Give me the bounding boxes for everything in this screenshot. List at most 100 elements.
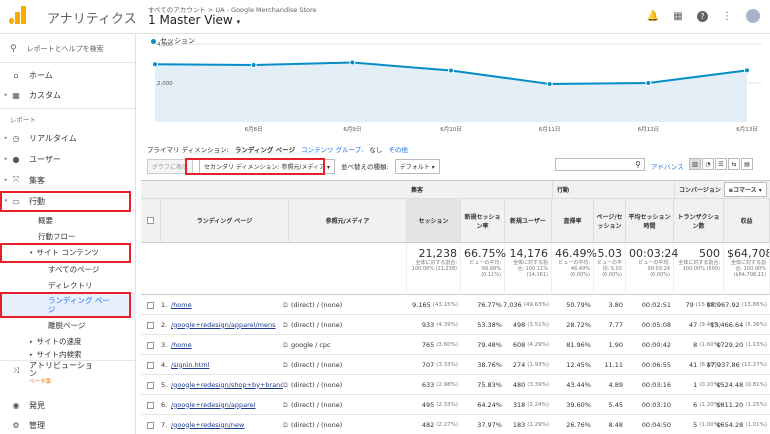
avatar[interactable] <box>746 9 760 23</box>
cell-page[interactable]: /google+redesign/shop+by+brand/youtube <box>171 375 283 395</box>
cell-percent: (5.36%) <box>745 322 767 328</box>
cell-value: (direct) / (none) <box>291 361 343 369</box>
comparison-view-icon[interactable]: ⇆ <box>728 158 740 170</box>
row-checkbox[interactable] <box>147 355 154 375</box>
cell-percent: (49.63%) <box>523 302 549 308</box>
cell-percent: (1.13%) <box>745 342 767 348</box>
sidebar-item-overview[interactable]: 概要 <box>0 213 136 228</box>
bar-view-icon[interactable]: ☰ <box>715 158 727 170</box>
table-row[interactable]: 6./google+redesign/apparel (direct) / (no… <box>141 395 770 415</box>
col-new-session-rate[interactable]: 新規セッション率 <box>461 199 505 243</box>
open-link-icon[interactable]: ⧉ <box>283 355 288 375</box>
conversion-select[interactable]: eコマース ▾ <box>723 182 767 197</box>
sidebar-item-realtime[interactable]: ▸ ◷ リアルタイム <box>0 129 136 147</box>
col-transactions[interactable]: トランザクション数 <box>674 199 724 243</box>
open-link-icon[interactable]: ⧉ <box>283 415 288 434</box>
sidebar-item-site-search[interactable]: ▸ サイト内検索 <box>0 349 136 360</box>
row-checkbox[interactable] <box>147 415 154 434</box>
open-link-icon[interactable]: ⧉ <box>283 315 288 335</box>
table-row[interactable]: 7./google+redesign/new (direct) / (none) 4… <box>141 415 770 434</box>
cell-page[interactable]: /google+redesign/new <box>171 415 283 434</box>
apps-grid-icon[interactable]: ▦ <box>672 10 684 22</box>
data-table: 集客 行動 コンバージョン eコマース ▾ ランディング ページ 参照元/メディア… <box>141 180 770 434</box>
table-row[interactable]: 4./signin.html (direct) / (none) 707 (3.33%… <box>141 355 770 375</box>
acquisition-label: 集客 <box>29 175 45 185</box>
row-checkbox[interactable] <box>147 315 154 335</box>
other-dimension-link[interactable]: その他 <box>388 144 408 154</box>
cell-page[interactable]: /signin.html <box>171 355 283 375</box>
open-link-icon[interactable]: ⧉ <box>283 335 288 355</box>
more-vert-icon[interactable]: ⋮ <box>721 10 733 22</box>
open-link-icon[interactable]: ⧉ <box>283 395 288 415</box>
sidebar-search[interactable]: ⚲ レポートとヘルプを検索 <box>10 44 104 54</box>
cell-value: (direct) / (none) <box>291 401 343 409</box>
cell-value: 39.60% <box>566 401 591 409</box>
cell-nu: 7,036 (49.63%) <box>503 295 552 315</box>
sidebar-item-custom[interactable]: ▸ ▦ カスタム <box>0 86 136 104</box>
table-row[interactable]: 2./google+redesign/apparel/mens (direct) … <box>141 315 770 335</box>
search-icon: ⚲ <box>635 160 641 169</box>
select-all-checkbox[interactable] <box>141 199 161 243</box>
table-row[interactable]: 5./google+redesign/shop+by+brand/youtube… <box>141 375 770 395</box>
sidebar-item-site-speed[interactable]: ▸ サイトの速度 <box>0 334 136 349</box>
site-speed-label: サイトの速度 <box>36 337 82 346</box>
col-pages-per-session[interactable]: ページ/セッション <box>594 199 626 243</box>
sessions-line-chart[interactable]: 4,000 2,000 6月8日 6月9日 6月10日 6月11日 6月12日 6月13日 <box>137 34 770 134</box>
sidebar-item-exit-pages[interactable]: 離脱ページ <box>0 318 136 333</box>
row-number: 3. <box>161 341 168 349</box>
col-new-users[interactable]: 新規ユーザー <box>505 199 552 243</box>
view-selector[interactable]: 1 Master View ▾ <box>148 13 240 27</box>
sidebar-item-discover[interactable]: ◉ 発見 <box>0 396 136 414</box>
cell-percent: (1.25%) <box>745 402 767 408</box>
sidebar-item-flow[interactable]: 行動フロー <box>0 229 136 244</box>
col-landing-page[interactable]: ランディング ページ <box>161 199 289 243</box>
cell-percent: (12.27%) <box>741 362 767 368</box>
row-checkbox[interactable] <box>147 375 154 395</box>
sidebar-item-all-pages[interactable]: すべてのページ <box>0 262 136 277</box>
sidebar-item-directory[interactable]: ディレクトリ <box>0 278 136 293</box>
sidebar-item-acquisition[interactable]: ▸ ⤧ 集客 <box>0 171 136 189</box>
pie-view-icon[interactable]: ◔ <box>702 158 714 170</box>
sort-type-select[interactable]: デフォルト ▾ <box>394 158 440 174</box>
open-link-icon[interactable]: ⧉ <box>283 295 288 315</box>
table-row[interactable]: 3./home google / cpc 765 (3.60%) 79.48% 608 (4… <box>141 335 770 355</box>
sidebar-item-admin[interactable]: ⚙ 管理 <box>0 416 136 434</box>
cell-page[interactable]: /google+redesign/apparel/mens <box>171 315 283 335</box>
open-link-icon[interactable]: ⧉ <box>283 375 288 395</box>
total-pps-value: 5.03 <box>597 247 623 260</box>
cell-value: 7,036 <box>503 301 522 309</box>
col-revenue[interactable]: 収益 <box>724 199 770 243</box>
content-group-value[interactable]: なし <box>369 144 382 154</box>
notification-bell-icon[interactable]: 🔔 <box>647 10 659 22</box>
cell-d: 00:02:51 <box>626 295 674 315</box>
sidebar-item-attribution[interactable]: ⤨ アトリビューショ ンベータ版 <box>0 362 136 386</box>
cell-value: $811.20 <box>716 401 744 409</box>
cell-value: 79.48% <box>477 341 502 349</box>
row-number: 5. <box>161 381 168 389</box>
col-source-medium[interactable]: 参照元/メディア <box>289 199 407 243</box>
col-avg-session-duration[interactable]: 平均セッション時間 <box>626 199 674 243</box>
sidebar-item-home[interactable]: ⌂ ホーム <box>0 66 136 84</box>
analytics-logo-icon[interactable] <box>9 6 26 24</box>
row-checkbox[interactable] <box>147 335 154 355</box>
main-content: セッション 4,000 2,000 6月8日 6月9日 6月10日 6月11日 6月12日 6… <box>137 34 770 434</box>
help-icon[interactable]: ? <box>697 10 708 22</box>
row-checkbox[interactable] <box>147 295 154 315</box>
row-checkbox[interactable] <box>147 395 154 415</box>
cell-page[interactable]: /google+redesign/apparel <box>171 395 283 415</box>
content-group-link[interactable]: コンテンツ グループ: <box>301 144 363 154</box>
col-sessions[interactable]: セッション <box>407 199 461 243</box>
cell-nu: 318 (2.24%) <box>505 395 552 415</box>
table-view-icon[interactable]: ▥ <box>689 158 701 170</box>
cell-page[interactable]: /home <box>171 295 283 315</box>
advanced-filter-link[interactable]: アドバンス <box>651 161 684 171</box>
cell-value: 37.97% <box>477 421 502 429</box>
table-search-input[interactable]: ⚲ <box>555 158 645 171</box>
sidebar-item-users[interactable]: ▸ ● ユーザー <box>0 150 136 168</box>
pivot-view-icon[interactable]: ▤ <box>741 158 753 170</box>
table-row[interactable]: 1./home (direct) / (none) 9,165 (43.15%) 76.… <box>141 295 770 315</box>
col-bounce-rate[interactable]: 直帰率 <box>552 199 594 243</box>
cell-r: $729.20 (1.13%) <box>716 335 770 355</box>
cell-page[interactable]: /home <box>171 335 283 355</box>
chevron-down-icon: ▾ <box>431 163 435 171</box>
